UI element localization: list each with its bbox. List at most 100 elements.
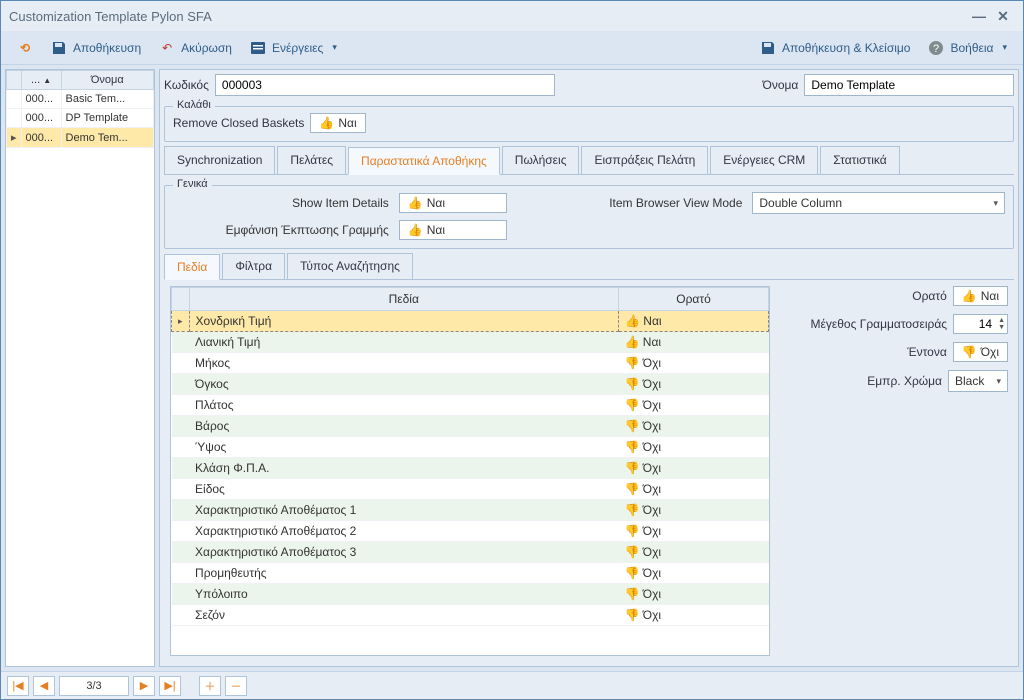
code-label: Κωδικός bbox=[164, 78, 209, 92]
main-tab[interactable]: Εισπράξεις Πελάτη bbox=[581, 146, 708, 174]
save-close-button[interactable]: Αποθήκευση & Κλείσιμο bbox=[752, 36, 918, 60]
field-row[interactable]: Μήκος👎 Όχι bbox=[172, 353, 769, 374]
main-tabs: SynchronizationΠελάτεςΠαραστατικά Αποθήκ… bbox=[164, 146, 1014, 175]
sub-tab[interactable]: Φίλτρα bbox=[222, 253, 285, 279]
close-button[interactable]: ✕ bbox=[991, 8, 1015, 25]
remove-button[interactable]: － bbox=[225, 676, 247, 696]
add-button[interactable]: ＋ bbox=[199, 676, 221, 696]
sub-tab[interactable]: Πεδία bbox=[164, 254, 220, 280]
thumb-up-icon: 👍 bbox=[319, 116, 334, 130]
line-discount-label: Εμφάνιση Έκπτωσης Γραμμής bbox=[226, 223, 389, 237]
general-legend: Γενικά bbox=[173, 178, 212, 190]
prop-visible-toggle[interactable]: 👍Ναι bbox=[953, 286, 1008, 306]
window-title: Customization Template Pylon SFA bbox=[9, 9, 967, 24]
field-properties: Ορατό 👍Ναι Μέγεθος Γραμματοσειράς ▲▼ Έντ… bbox=[778, 286, 1008, 656]
field-row[interactable]: Χαρακτηριστικό Αποθέματος 3👎 Όχι bbox=[172, 542, 769, 563]
thumb-down-icon: 👎 bbox=[962, 345, 977, 359]
browser-mode-label: Item Browser View Mode bbox=[609, 196, 742, 210]
main-tab[interactable]: Πελάτες bbox=[277, 146, 346, 174]
prop-fontsize-spinner[interactable]: ▲▼ bbox=[953, 314, 1008, 334]
line-discount-toggle[interactable]: 👍Ναι bbox=[399, 220, 507, 240]
svg-text:?: ? bbox=[933, 43, 939, 55]
field-row[interactable]: Κλάση Φ.Π.Α.👎 Όχι bbox=[172, 458, 769, 479]
prop-fgcolor-label: Εμπρ. Χρώμα bbox=[867, 374, 942, 388]
undo-icon: ↶ bbox=[159, 40, 175, 56]
help-dropdown[interactable]: ? Βοήθεια bbox=[920, 36, 1015, 60]
refresh-button[interactable]: ⟲ bbox=[9, 36, 41, 60]
thumb-up-icon: 👍 bbox=[408, 223, 423, 237]
refresh-icon: ⟲ bbox=[17, 40, 33, 56]
name-label: Όνομα bbox=[763, 78, 799, 92]
footer-nav: |◀ ◀ 3/3 ▶ ▶| ＋ － bbox=[1, 671, 1023, 699]
minimize-button[interactable]: — bbox=[967, 8, 991, 24]
sidebar: ... ▲ Όνομα 000...Basic Tem...000...DP T… bbox=[5, 69, 155, 667]
nav-last-button[interactable]: ▶| bbox=[159, 676, 181, 696]
field-row[interactable]: Λιανική Τιμή👍 Ναι bbox=[172, 332, 769, 353]
nav-prev-button[interactable]: ◀ bbox=[33, 676, 55, 696]
code-input[interactable] bbox=[215, 74, 555, 96]
field-row[interactable]: Χαρακτηριστικό Αποθέματος 1👎 Όχι bbox=[172, 500, 769, 521]
field-row[interactable]: Βάρος👎 Όχι bbox=[172, 416, 769, 437]
main-tab[interactable]: Ενέργειες CRM bbox=[710, 146, 818, 174]
prop-bold-toggle[interactable]: 👎Όχι bbox=[953, 342, 1008, 362]
sub-tabs: ΠεδίαΦίλτραΤύπος Αναζήτησης bbox=[164, 253, 1014, 280]
remove-baskets-toggle[interactable]: 👍Ναι bbox=[310, 113, 365, 133]
nav-next-button[interactable]: ▶ bbox=[133, 676, 155, 696]
toolbar: ⟲ Αποθήκευση ↶ Ακύρωση Ενέργειες Αποθήκε… bbox=[1, 31, 1023, 65]
field-row[interactable]: ▸Χονδρική Τιμή👍 Ναι bbox=[172, 311, 769, 332]
template-row[interactable]: 000...Basic Tem... bbox=[7, 90, 154, 109]
main-tab[interactable]: Παραστατικά Αποθήκης bbox=[348, 147, 500, 175]
template-row[interactable]: 000...DP Template bbox=[7, 109, 154, 128]
prop-fontsize-label: Μέγεθος Γραμματοσειράς bbox=[811, 317, 948, 331]
browser-mode-combo[interactable]: Double Column▾ bbox=[752, 192, 1005, 214]
field-row[interactable]: Σεζόν👎 Όχι bbox=[172, 605, 769, 626]
remove-baskets-label: Remove Closed Baskets bbox=[173, 116, 304, 130]
help-label: Βοήθεια bbox=[950, 41, 993, 55]
field-row[interactable]: Πλάτος👎 Όχι bbox=[172, 395, 769, 416]
basket-fieldset: Καλάθι Remove Closed Baskets 👍Ναι bbox=[164, 106, 1014, 142]
actions-dropdown[interactable]: Ενέργειες bbox=[242, 36, 345, 60]
cancel-button[interactable]: ↶ Ακύρωση bbox=[151, 36, 240, 60]
prop-bold-label: Έντονα bbox=[907, 345, 947, 359]
template-row[interactable]: ▸000...Demo Tem... bbox=[7, 128, 154, 148]
name-input[interactable] bbox=[804, 74, 1014, 96]
save-icon bbox=[51, 40, 67, 56]
thumb-up-icon: 👍 bbox=[962, 289, 977, 303]
titlebar: Customization Template Pylon SFA — ✕ bbox=[1, 1, 1023, 31]
field-row[interactable]: Υπόλοιπο👎 Όχι bbox=[172, 584, 769, 605]
thumb-up-icon: 👍 bbox=[408, 196, 423, 210]
save-close-label: Αποθήκευση & Κλείσιμο bbox=[782, 41, 910, 55]
fields-table[interactable]: Πεδία Ορατό ▸Χονδρική Τιμή👍 ΝαιΛιανική Τ… bbox=[170, 286, 770, 656]
actions-icon bbox=[250, 40, 266, 56]
sub-tab[interactable]: Τύπος Αναζήτησης bbox=[287, 253, 413, 279]
app-window: Customization Template Pylon SFA — ✕ ⟲ Α… bbox=[0, 0, 1024, 700]
basket-legend: Καλάθι bbox=[173, 99, 215, 111]
save-button[interactable]: Αποθήκευση bbox=[43, 36, 149, 60]
show-item-details-toggle[interactable]: 👍Ναι bbox=[399, 193, 507, 213]
prop-fgcolor-combo[interactable]: Black▾ bbox=[948, 370, 1008, 392]
field-row[interactable]: Είδος👎 Όχι bbox=[172, 479, 769, 500]
prop-visible-label: Ορατό bbox=[912, 289, 947, 303]
main-tab[interactable]: Πωλήσεις bbox=[502, 146, 580, 174]
template-grid[interactable]: ... ▲ Όνομα 000...Basic Tem...000...DP T… bbox=[5, 69, 155, 667]
save-close-icon bbox=[760, 40, 776, 56]
main-tab[interactable]: Synchronization bbox=[164, 146, 275, 174]
spin-up-icon[interactable]: ▲ bbox=[998, 317, 1005, 324]
help-icon: ? bbox=[928, 40, 944, 56]
field-row[interactable]: Χαρακτηριστικό Αποθέματος 2👎 Όχι bbox=[172, 521, 769, 542]
nav-page-indicator: 3/3 bbox=[59, 676, 129, 696]
actions-label: Ενέργειες bbox=[272, 41, 323, 55]
field-row[interactable]: Προμηθευτής👎 Όχι bbox=[172, 563, 769, 584]
main-panel: Κωδικός Όνομα Καλάθι Remove Closed Baske… bbox=[159, 69, 1019, 667]
cancel-label: Ακύρωση bbox=[181, 41, 232, 55]
field-row[interactable]: Όγκος👎 Όχι bbox=[172, 374, 769, 395]
chevron-down-icon: ▾ bbox=[996, 376, 1001, 387]
main-tab[interactable]: Στατιστικά bbox=[820, 146, 899, 174]
field-row[interactable]: Ύψος👎 Όχι bbox=[172, 437, 769, 458]
nav-first-button[interactable]: |◀ bbox=[7, 676, 29, 696]
spin-down-icon[interactable]: ▼ bbox=[998, 324, 1005, 331]
general-fieldset: Γενικά Show Item Details 👍Ναι Item Brows… bbox=[164, 185, 1014, 249]
show-item-details-label: Show Item Details bbox=[292, 196, 389, 210]
save-label: Αποθήκευση bbox=[73, 41, 141, 55]
chevron-down-icon: ▾ bbox=[993, 198, 998, 209]
